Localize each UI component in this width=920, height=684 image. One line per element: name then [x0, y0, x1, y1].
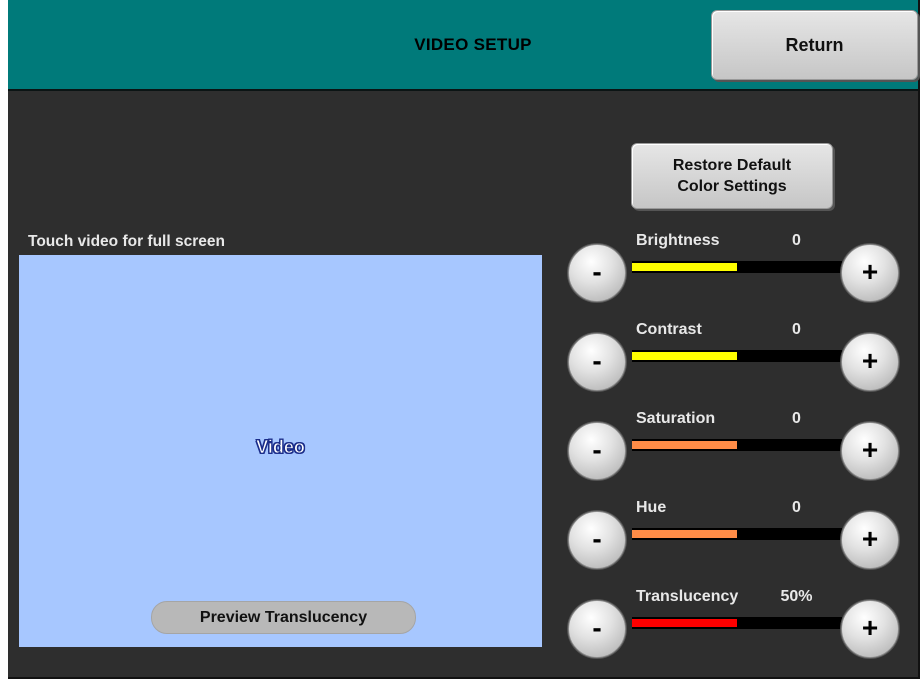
hue-increase-button[interactable]: + — [841, 511, 899, 569]
translucency-value: 50% — [780, 588, 813, 605]
restore-button-line2: Color Settings — [677, 178, 787, 195]
brightness-label: Brightness — [636, 232, 720, 249]
translucency-increase-button[interactable]: + — [841, 600, 899, 658]
video-label: Video — [256, 437, 305, 458]
translucency-label: Translucency — [636, 588, 739, 605]
brightness-value: 0 — [792, 232, 801, 249]
contrast-slider[interactable] — [632, 350, 842, 362]
brightness-increase-button[interactable]: + — [841, 244, 899, 302]
contrast-slider-fill — [632, 352, 737, 360]
contrast-control: - Contrast 0 + — [564, 321, 909, 391]
return-button[interactable]: Return — [711, 10, 918, 80]
brightness-slider[interactable] — [632, 261, 842, 273]
hue-decrease-button[interactable]: - — [568, 511, 626, 569]
contrast-value: 0 — [792, 321, 801, 338]
hue-label: Hue — [636, 499, 667, 516]
video-caption: Touch video for full screen — [28, 233, 225, 250]
brightness-slider-fill — [632, 263, 737, 271]
saturation-label: Saturation — [636, 410, 716, 427]
translucency-control: - Translucency 50% + — [564, 588, 909, 658]
saturation-decrease-button[interactable]: - — [568, 422, 626, 480]
saturation-increase-button[interactable]: + — [841, 422, 899, 480]
contrast-label: Contrast — [636, 321, 702, 338]
translucency-slider[interactable] — [632, 617, 842, 629]
restore-default-color-button[interactable]: Restore Default Color Settings — [631, 143, 833, 209]
hue-value: 0 — [792, 499, 801, 516]
contrast-decrease-button[interactable]: - — [568, 333, 626, 391]
video-setup-screen: VIDEO SETUP Return Restore Default Color… — [8, 0, 920, 679]
hue-control: - Hue 0 + — [564, 499, 909, 569]
hue-slider[interactable] — [632, 528, 842, 540]
saturation-value: 0 — [792, 410, 801, 427]
preview-translucency-button[interactable]: Preview Translucency — [151, 601, 416, 634]
restore-button-line1: Restore Default — [672, 157, 792, 174]
saturation-slider[interactable] — [632, 439, 842, 451]
saturation-slider-fill — [632, 441, 737, 449]
translucency-decrease-button[interactable]: - — [568, 600, 626, 658]
contrast-increase-button[interactable]: + — [841, 333, 899, 391]
translucency-slider-fill — [632, 619, 737, 627]
brightness-decrease-button[interactable]: - — [568, 244, 626, 302]
video-preview[interactable]: Video Preview Translucency — [19, 255, 542, 647]
hue-slider-fill — [632, 530, 737, 538]
brightness-control: - Brightness 0 + — [564, 232, 909, 302]
saturation-control: - Saturation 0 + — [564, 410, 909, 480]
